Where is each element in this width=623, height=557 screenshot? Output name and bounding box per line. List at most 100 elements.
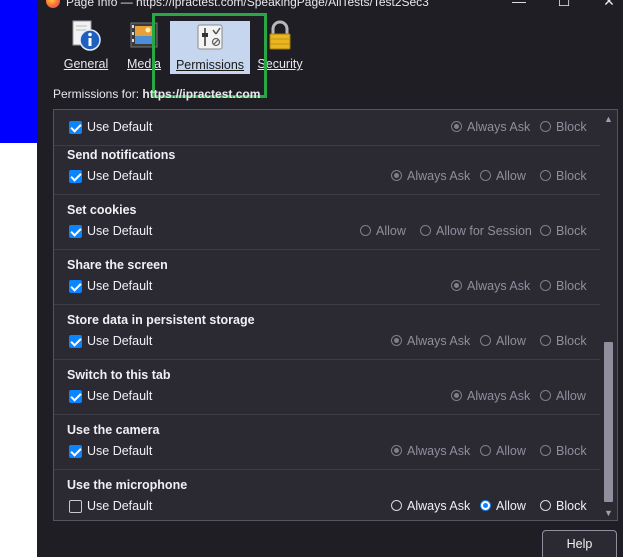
permissions-list[interactable]: Use Default Always Ask Block Send notificat…	[53, 109, 618, 521]
media-icon	[129, 20, 159, 52]
scroll-up-arrow-icon[interactable]: ▲	[600, 112, 617, 126]
permission-option-radio[interactable]: Allow	[540, 389, 586, 403]
permission-option-radio[interactable]: Always Ask	[391, 169, 470, 183]
radio-circle-icon[interactable]	[540, 390, 551, 401]
radio-circle-icon[interactable]	[540, 280, 551, 291]
permission-option-label: Allow	[496, 499, 526, 513]
use-default-label[interactable]: Use Default	[87, 224, 152, 238]
tab-general[interactable]: General	[58, 20, 114, 74]
use-default-label[interactable]: Use Default	[87, 334, 152, 348]
firefox-icon	[46, 0, 60, 8]
permission-option-radio[interactable]: Allow	[360, 224, 406, 238]
permissions-site: https://ipractest.com	[142, 87, 261, 101]
permission-option-radio[interactable]: Block	[540, 334, 587, 348]
permission-option-radio[interactable]: Allow	[480, 169, 526, 183]
permission-option-label: Allow for Session	[436, 224, 532, 238]
tab-media[interactable]: Media	[119, 20, 169, 74]
use-default-label[interactable]: Use Default	[87, 279, 152, 293]
permission-option-label: Allow	[496, 444, 526, 458]
permission-option-radio[interactable]: Always Ask	[451, 389, 530, 403]
permission-title: Store data in persistent storage	[67, 313, 255, 327]
permission-option-radio[interactable]: Allow for Session	[420, 224, 532, 238]
radio-circle-icon[interactable]	[360, 225, 371, 236]
permission-title: Switch to this tab	[67, 368, 171, 382]
radio-circle-icon[interactable]	[420, 225, 431, 236]
use-default-checkbox[interactable]	[69, 170, 82, 183]
radio-circle-icon[interactable]	[540, 500, 551, 511]
close-button[interactable]: ✕	[599, 0, 619, 9]
use-default-label[interactable]: Use Default	[87, 169, 152, 183]
tab-general-label: General	[63, 57, 109, 71]
permission-option-label: Always Ask	[467, 120, 531, 134]
permission-option-radio[interactable]: Always Ask	[391, 334, 470, 348]
lock-icon	[265, 20, 295, 52]
use-default-checkbox[interactable]	[69, 225, 82, 238]
permission-option-label: Allow	[556, 389, 586, 403]
permission-option-radio[interactable]: Allow	[480, 499, 526, 513]
permissions-for-line: Permissions for: https://ipractest.com	[53, 87, 260, 101]
radio-circle-icon[interactable]	[391, 170, 402, 181]
radio-circle-icon[interactable]	[451, 390, 462, 401]
tab-security-label: Security	[257, 57, 303, 71]
permission-option-label: Block	[556, 224, 587, 238]
permission-row: Use the microphone Use Default Always Ask A…	[54, 469, 600, 520]
use-default-checkbox[interactable]	[69, 500, 82, 513]
radio-circle-icon[interactable]	[480, 500, 491, 511]
tab-permissions[interactable]: Permissions	[170, 21, 250, 74]
use-default-checkbox[interactable]	[69, 445, 82, 458]
permission-option-radio[interactable]: Block	[540, 499, 587, 513]
radio-circle-icon[interactable]	[540, 121, 551, 132]
permission-option-label: Block	[556, 499, 587, 513]
radio-circle-icon[interactable]	[391, 500, 402, 511]
permission-option-radio[interactable]: Allow	[480, 334, 526, 348]
scroll-down-arrow-icon[interactable]: ▼	[600, 506, 617, 520]
permission-option-radio[interactable]: Always Ask	[391, 444, 470, 458]
radio-circle-icon[interactable]	[540, 335, 551, 346]
permission-option-radio[interactable]: Block	[540, 444, 587, 458]
radio-circle-icon[interactable]	[391, 445, 402, 456]
permission-option-radio[interactable]: Block	[540, 279, 587, 293]
permission-option-label: Always Ask	[407, 444, 471, 458]
radio-circle-icon[interactable]	[451, 280, 462, 291]
permission-option-radio[interactable]: Always Ask	[451, 279, 530, 293]
use-default-label[interactable]: Use Default	[87, 499, 152, 513]
permission-option-label: Block	[556, 444, 587, 458]
use-default-label[interactable]: Use Default	[87, 444, 152, 458]
permission-option-radio[interactable]: Allow	[480, 444, 526, 458]
minimize-button[interactable]: —	[509, 0, 529, 9]
scrollbar[interactable]: ▲ ▼	[600, 110, 617, 520]
permission-option-radio[interactable]: Block	[540, 224, 587, 238]
maximize-button[interactable]: ☐	[554, 0, 574, 9]
permission-option-radio[interactable]: Always Ask	[391, 499, 470, 513]
permission-option-label: Block	[556, 279, 587, 293]
tab-media-label: Media	[126, 57, 162, 71]
use-default-checkbox[interactable]	[69, 280, 82, 293]
radio-circle-icon[interactable]	[540, 170, 551, 181]
permission-option-label: Always Ask	[467, 279, 531, 293]
permission-row: Use the camera Use Default Always Ask Allow…	[54, 414, 600, 470]
permission-option-label: Allow	[496, 334, 526, 348]
permission-title: Use the microphone	[67, 478, 188, 492]
use-default-label[interactable]: Use Default	[87, 120, 152, 134]
radio-circle-icon[interactable]	[480, 445, 491, 456]
radio-circle-icon[interactable]	[480, 170, 491, 181]
tab-security[interactable]: Security	[253, 20, 307, 74]
permission-option-radio[interactable]: Always Ask	[451, 120, 530, 134]
permission-row: Send notifications Use Default Always Ask A…	[54, 139, 600, 195]
radio-circle-icon[interactable]	[391, 335, 402, 346]
permission-option-radio[interactable]: Block	[540, 169, 587, 183]
permission-option-radio[interactable]: Block	[540, 120, 587, 134]
permission-option-label: Block	[556, 169, 587, 183]
radio-circle-icon[interactable]	[480, 335, 491, 346]
use-default-label[interactable]: Use Default	[87, 389, 152, 403]
radio-circle-icon[interactable]	[540, 225, 551, 236]
use-default-checkbox[interactable]	[69, 121, 82, 134]
use-default-checkbox[interactable]	[69, 335, 82, 348]
scrollbar-thumb[interactable]	[604, 342, 613, 502]
background-page-blue-region	[0, 0, 37, 143]
use-default-checkbox[interactable]	[69, 390, 82, 403]
radio-circle-icon[interactable]	[540, 445, 551, 456]
radio-circle-icon[interactable]	[451, 121, 462, 132]
help-button[interactable]: Help	[542, 530, 617, 557]
permission-row: Share the screen Use Default Always Ask Blo…	[54, 249, 600, 305]
